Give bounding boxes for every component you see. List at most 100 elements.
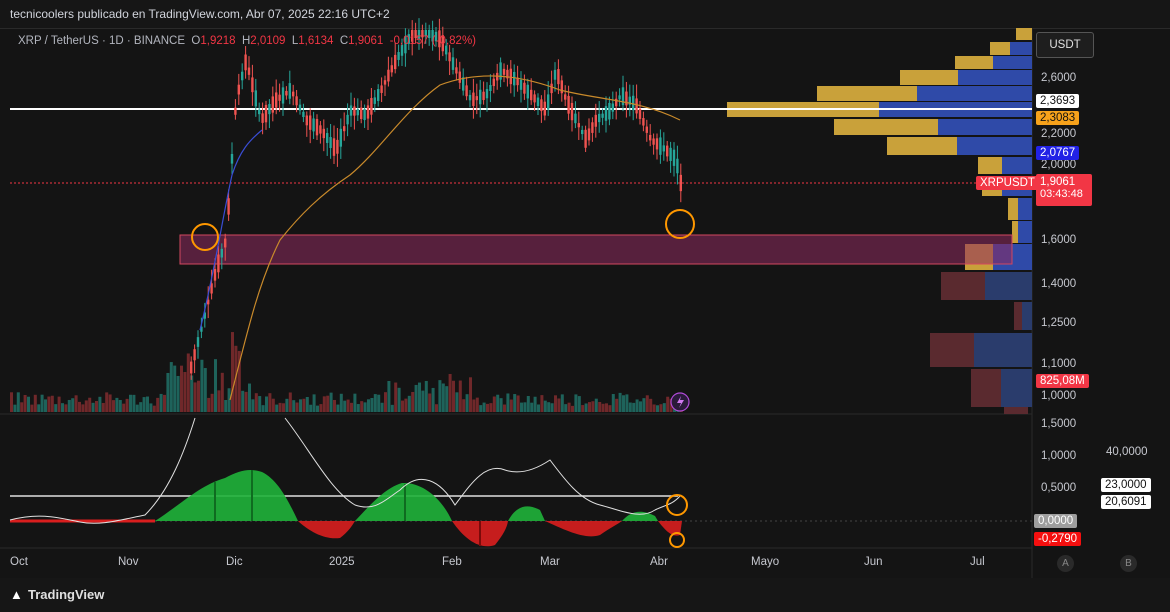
volume-bar [305, 396, 309, 412]
volume-bar [492, 396, 496, 412]
volume-bar [574, 394, 578, 412]
volume-bar [84, 400, 88, 412]
candle-body [632, 95, 635, 111]
candle-body [394, 54, 397, 70]
countdown-timer: 03:43:48 [1040, 188, 1083, 200]
low-value: 1,6134 [298, 35, 334, 47]
volume-bar [295, 402, 299, 412]
volume-bar [316, 405, 319, 412]
volume-bar [370, 397, 374, 412]
volume-bar [285, 398, 289, 412]
volume-bar [30, 404, 34, 412]
currency-button[interactable]: USDT [1036, 32, 1094, 58]
volume-bar [649, 398, 653, 412]
volume-bar [88, 397, 92, 412]
last-price-tag: 1,9061 03:43:48 [1036, 174, 1092, 206]
candle-body [482, 91, 485, 101]
volume-bar [516, 395, 520, 412]
candle-body [322, 128, 325, 139]
volume-bar [57, 396, 61, 412]
volume-bar [639, 401, 642, 412]
volume-bar [169, 362, 173, 412]
volume-bar [503, 404, 506, 412]
volume-bar [44, 399, 47, 412]
volume-bar [547, 402, 551, 412]
candle-body [230, 153, 234, 164]
volume-bar [217, 390, 221, 412]
candle-body [550, 83, 553, 94]
candle-body [564, 94, 567, 100]
candle-body [604, 106, 608, 121]
close-value: 1,9061 [348, 35, 384, 47]
candle-body [397, 52, 400, 60]
volume-bar [13, 404, 17, 412]
volume-bar [200, 359, 204, 412]
candle-body [567, 95, 570, 114]
candle-body [594, 114, 597, 127]
candle-body [298, 104, 302, 111]
volume-bar [105, 392, 109, 412]
volume-bar [329, 392, 333, 412]
candle-body [377, 89, 380, 101]
osc-neg-tag: -0,2790 [1034, 532, 1082, 546]
candle-body [601, 113, 604, 118]
volume-bar [479, 405, 483, 412]
volume-bar [261, 405, 265, 412]
volume-bar [50, 395, 54, 412]
volume-bar [251, 399, 255, 412]
candle-body [295, 96, 298, 106]
time-tick: Mar [540, 556, 560, 568]
volume-bar [397, 387, 401, 412]
symbol-legend[interactable]: XRP / TetherUS · 1D · BINANCE O1,9218 H2… [18, 35, 476, 47]
chart-canvas[interactable] [0, 0, 1170, 612]
volume-bar [197, 380, 200, 412]
volume-bar [356, 404, 360, 412]
volume-bar [203, 368, 207, 412]
candle-body [465, 85, 468, 97]
support-zone [179, 234, 1013, 265]
osc-value-b: 20,6091 [1101, 495, 1151, 509]
candle-body [553, 69, 557, 80]
volume-bar [418, 382, 421, 412]
tradingview-logo[interactable]: ▲ TradingView [10, 587, 104, 602]
volume-bar [414, 384, 418, 412]
volume-bar [601, 403, 605, 412]
scale-log-button[interactable]: B [1120, 555, 1137, 572]
time-tick: Feb [442, 556, 462, 568]
candle-body [349, 105, 353, 116]
volume-bar [268, 393, 272, 412]
volume-bar [428, 393, 432, 412]
candle-body [502, 68, 506, 75]
candle-body [526, 84, 529, 99]
candle-body [309, 115, 312, 130]
volume-bar [98, 396, 102, 412]
candle-body [227, 198, 230, 215]
volume-bar [560, 394, 564, 412]
price-tick: 2,2000 [1041, 128, 1077, 140]
symbol-name: XRP / TetherUS · 1D · BINANCE [18, 35, 186, 47]
volume-profile [727, 28, 1032, 414]
price-tick: 2,6000 [1041, 72, 1077, 84]
volume-bar [452, 380, 455, 412]
volume-bar [10, 392, 13, 412]
volume-bar [598, 402, 602, 412]
candle-body [530, 89, 533, 101]
osc-zero-tag: 0,0000 [1034, 514, 1078, 528]
volume-bar [441, 383, 445, 412]
candle-body [196, 337, 200, 347]
volume-bar [108, 394, 112, 412]
candle-body [574, 113, 577, 124]
candle-body [383, 80, 387, 85]
volume-bar [350, 402, 353, 412]
volume-tag: 825,08M [1036, 374, 1089, 388]
volume-bar [118, 399, 122, 412]
time-tick: Jul [970, 556, 985, 568]
volume-bar [628, 402, 632, 412]
candle-body [608, 102, 611, 120]
candle-body [213, 268, 217, 281]
candle-body [669, 147, 672, 161]
volume-bar [81, 404, 85, 412]
volume-bar [390, 404, 394, 412]
scale-auto-button[interactable]: A [1057, 555, 1074, 572]
volume-bar [346, 399, 350, 412]
